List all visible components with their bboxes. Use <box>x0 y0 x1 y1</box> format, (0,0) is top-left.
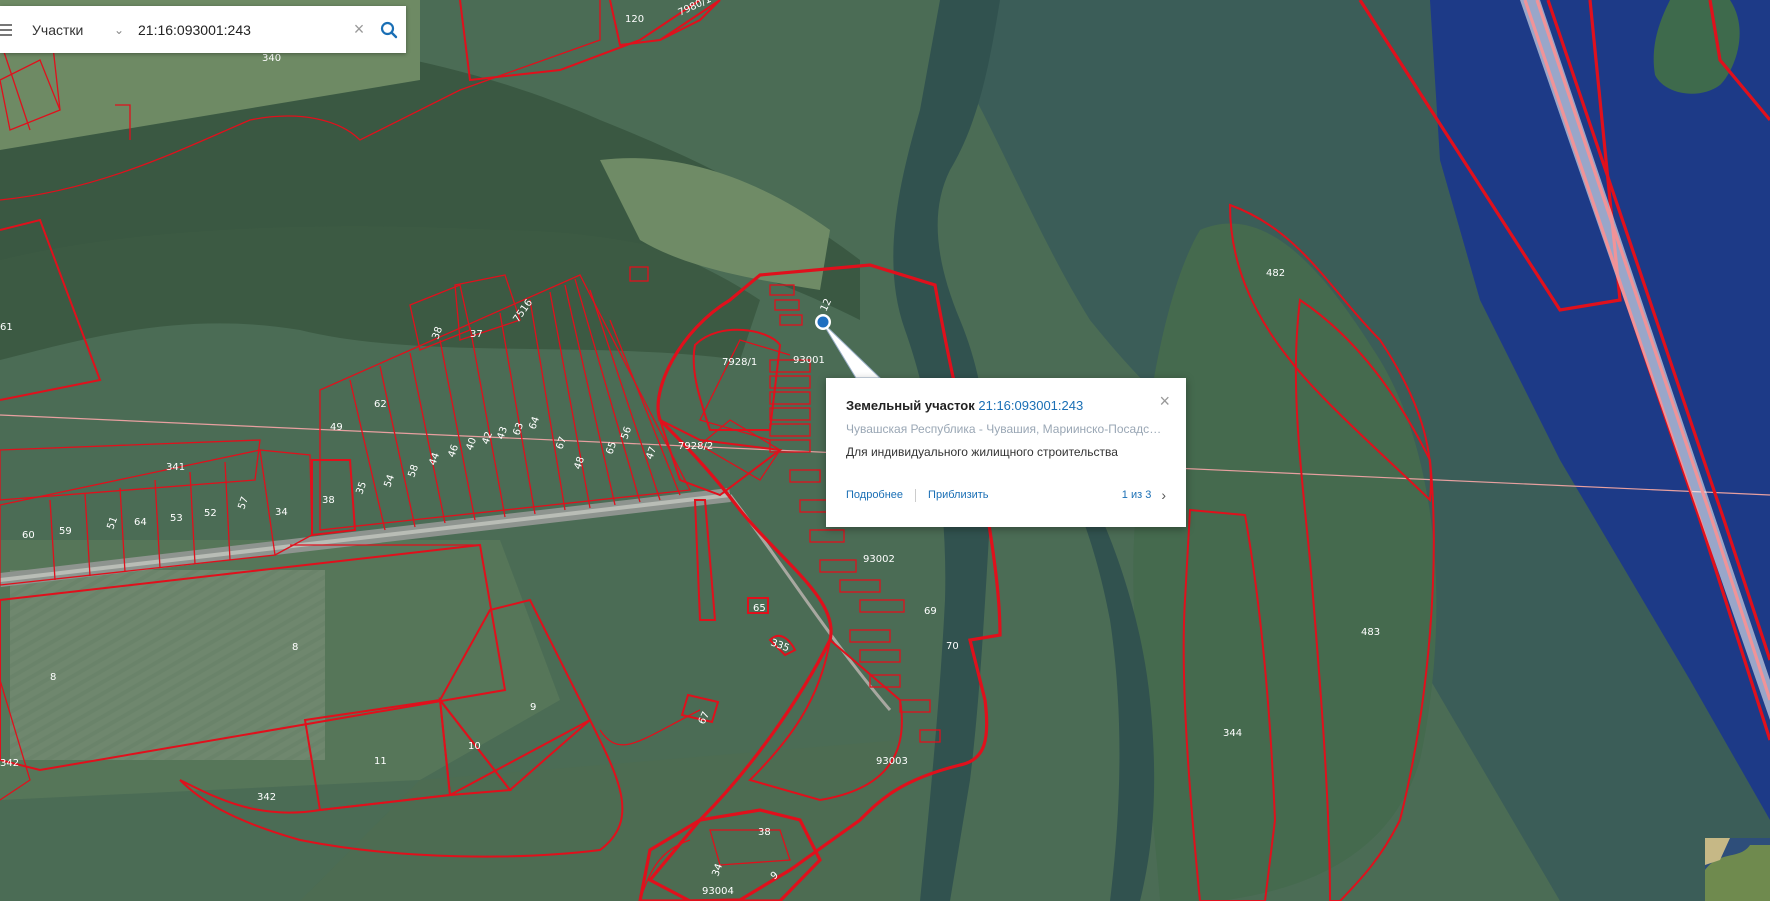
popup-title: Земельный участок 21:16:093001:243 <box>846 398 1083 413</box>
popup-region: Чувашская Республика - Чувашия, Мариинск… <box>846 422 1164 436</box>
parcel-label: 38 <box>322 495 335 506</box>
parcel-label: 342 <box>0 758 19 769</box>
minimap-thumbnail[interactable] <box>1705 838 1770 901</box>
divider <box>915 488 917 502</box>
parcel-label: 341 <box>166 462 185 473</box>
chevron-right-icon[interactable]: › <box>1161 487 1166 503</box>
parcel-label: 342 <box>257 792 276 803</box>
parcel-label: 38 <box>758 827 771 838</box>
cadastral-number-link[interactable]: 21:16:093001:243 <box>978 398 1083 413</box>
result-counter: 1 из 3 <box>1121 489 1152 501</box>
parcel-label: 65 <box>753 603 766 614</box>
parcel-label: 59 <box>59 526 72 537</box>
popup-purpose: Для индивидуального жилищного строительс… <box>846 445 1118 459</box>
parcel-label: 8 <box>292 642 298 653</box>
parcel-label: 7928/1 <box>722 357 757 368</box>
parcel-label: 340 <box>262 53 281 64</box>
parcel-label: 37 <box>470 329 483 340</box>
search-input[interactable]: 21:16:093001:243 <box>128 22 346 38</box>
search-icon[interactable] <box>372 21 406 39</box>
parcel-label: 69 <box>924 606 937 617</box>
zoom-in-link[interactable]: Приблизить <box>928 489 989 501</box>
parcel-label: 34 <box>275 507 288 518</box>
search-type-select[interactable]: Участки <box>20 22 114 38</box>
parcel-label: 52 <box>204 508 217 519</box>
popup-footer: Подробнее Приблизить 1 из 3 › <box>846 487 1166 503</box>
parcel-label: 93004 <box>702 886 734 897</box>
parcel-label: 53 <box>170 513 183 524</box>
parcel-label: 8 <box>50 672 56 683</box>
parcel-label: 93003 <box>876 756 908 767</box>
close-icon[interactable]: × <box>1159 392 1170 410</box>
clear-icon[interactable]: × <box>346 19 372 40</box>
parcel-label: 483 <box>1361 627 1380 638</box>
parcel-info-popup: × Земельный участок 21:16:093001:243 Чув… <box>826 378 1186 527</box>
parcel-label: 64 <box>134 517 147 528</box>
parcel-label: 120 <box>625 14 644 25</box>
more-details-link[interactable]: Подробнее <box>846 489 903 501</box>
location-pin-icon[interactable] <box>815 314 831 330</box>
parcel-label: 344 <box>1223 728 1242 739</box>
parcel-label: 49 <box>330 422 343 433</box>
search-bar: Участки ⌄ 21:16:093001:243 × <box>0 6 406 53</box>
parcel-label: 62 <box>374 399 387 410</box>
parcel-label: 61 <box>0 322 13 333</box>
parcel-label: 10 <box>468 741 481 752</box>
parcel-label: 60 <box>22 530 35 541</box>
parcel-label: 93001 <box>793 355 825 366</box>
menu-icon[interactable] <box>0 6 20 53</box>
parcel-label: 93002 <box>863 554 895 565</box>
parcel-label: 11 <box>374 756 387 767</box>
parcel-label: 70 <box>946 641 959 652</box>
parcel-label: 7928/2 <box>678 441 713 452</box>
parcel-label: 9 <box>530 702 536 713</box>
chevron-down-icon[interactable]: ⌄ <box>114 23 128 37</box>
parcel-label: 482 <box>1266 268 1285 279</box>
popup-heading: Земельный участок <box>846 398 975 413</box>
